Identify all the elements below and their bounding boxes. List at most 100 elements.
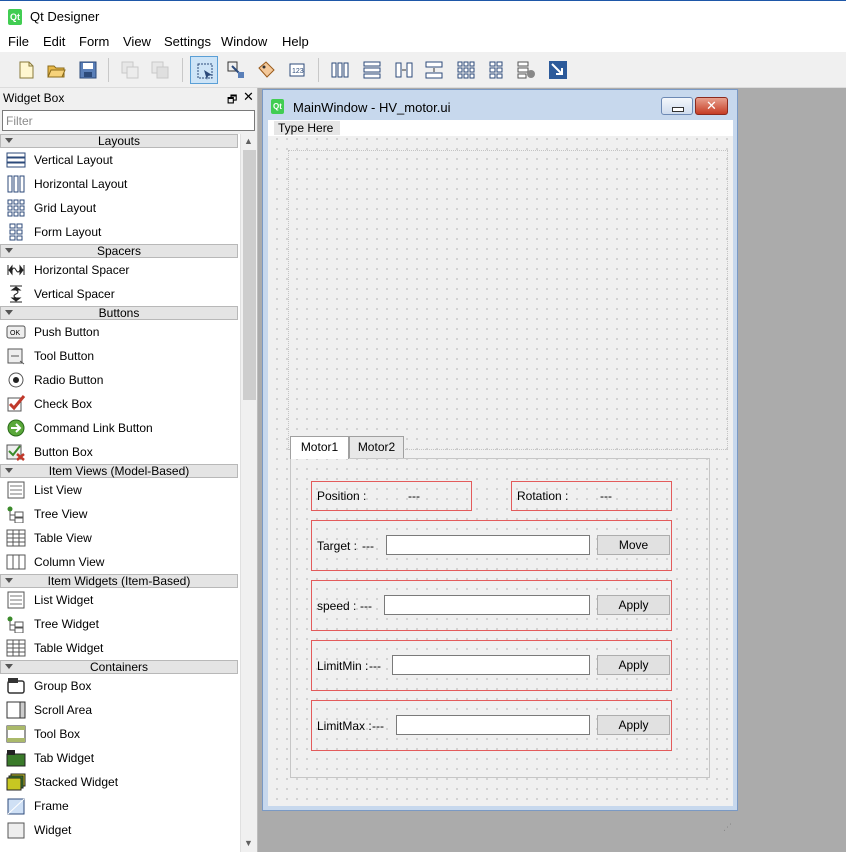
widget-item-list-view[interactable]: List View [0,478,238,502]
edit-signals-slots-icon[interactable] [222,56,250,84]
menu-file[interactable]: File [8,34,29,49]
widget-item-tree-widget[interactable]: Tree Widget [0,612,238,636]
menu-help[interactable]: Help [282,34,309,49]
widget-item-frame[interactable]: Frame [0,794,238,818]
minimize-button[interactable] [661,97,693,115]
cut-icon[interactable] [116,56,144,84]
category-item[interactable]: Item Widgets (Item-Based) [0,574,238,588]
qt-logo-icon: Qt [271,99,284,114]
widget-item-tab-widget[interactable]: Tab Widget [0,746,238,770]
vertical-splitter-icon[interactable] [420,56,448,84]
limitmin-apply-button[interactable]: Apply [597,655,670,675]
scroll-down-icon[interactable]: ▼ [244,838,253,848]
svg-text:OK: OK [10,330,20,337]
check-box-icon [6,395,26,413]
open-form-icon[interactable] [42,56,70,84]
widget-item-vertical-layout[interactable]: Vertical Layout [0,148,238,172]
menu-form[interactable]: Form [79,34,109,49]
tree-view-icon [6,505,26,524]
tab-motor2[interactable]: Motor2 [349,436,404,458]
float-panel-icon[interactable]: 🗗 [227,91,237,110]
horizontal-splitter-icon[interactable] [390,56,418,84]
menu-edit[interactable]: Edit [43,34,65,49]
category-item[interactable]: Item Views (Model-Based) [0,464,238,478]
widget-item-grid-layout[interactable]: Grid Layout [0,196,238,220]
menu-view[interactable]: View [123,34,151,49]
form-layout-icon[interactable] [482,56,510,84]
category-spacers[interactable]: Spacers [0,244,238,258]
limitmax-apply-button[interactable]: Apply [597,715,670,735]
widget-item-form-layout[interactable]: Form Layout [0,220,238,244]
speed-input[interactable] [384,595,590,615]
widget-item-label: Tree View [34,507,88,521]
widget-item-widget[interactable]: Widget [0,818,238,842]
widget-item-label: Column View [34,555,105,569]
widget-item-vertical-spacer[interactable]: Vertical Spacer [0,282,238,306]
edit-widgets-icon[interactable] [190,56,218,84]
table-widget-icon [6,639,26,657]
limitmax-input[interactable] [396,715,590,735]
limitmin-input[interactable] [392,655,590,675]
position-layout: Position : --- [311,481,472,511]
widget-item-list-widget[interactable]: List Widget [0,588,238,612]
lay-out-horizontally-icon[interactable] [326,56,354,84]
type-here-menu[interactable]: Type Here [274,121,340,135]
widget-item-group-box[interactable]: Group Box [0,674,238,698]
category-containers[interactable]: Containers [0,660,238,674]
tab-pane: Position : --- Rotation : --- Target : -… [290,458,710,778]
widget-item-horizontal-spacer[interactable]: Horizontal Spacer [0,258,238,282]
widget-item-scroll-area[interactable]: Scroll Area [0,698,238,722]
widget-item-check-box[interactable]: Check Box [0,392,238,416]
adjust-size-icon[interactable] [544,56,572,84]
widget-item-label: Vertical Layout [34,153,113,167]
save-form-icon[interactable] [74,56,102,84]
category-layouts[interactable]: Layouts [0,134,238,148]
target-label: Target : [317,539,358,553]
widget-item-column-view[interactable]: Column View [0,550,238,574]
widget-item-push-button[interactable]: OK Push Button [0,320,238,344]
widget-filter-input[interactable] [2,110,255,131]
category-buttons[interactable]: Buttons [0,306,238,320]
app-title: Qt Designer [30,9,100,24]
speed-apply-button[interactable]: Apply [597,595,670,615]
grid-layout-icon[interactable] [452,56,480,84]
break-layout-icon[interactable] [512,56,540,84]
widget-item-command-link-button[interactable]: Command Link Button [0,416,238,440]
svg-text:123: 123 [292,68,304,75]
close-window-button[interactable]: ✕ [695,97,728,115]
edit-buddies-icon[interactable] [252,56,280,84]
target-input[interactable] [386,535,590,555]
scrollbar-thumb[interactable] [243,150,256,400]
resize-grip-icon[interactable]: ⋰ [723,822,733,832]
close-panel-icon[interactable]: ✕ [243,89,254,105]
widget-item-radio-button[interactable]: Radio Button [0,368,238,392]
speed-layout: speed : --- Apply [311,580,672,631]
stacked-widget-icon [6,773,26,791]
limitmin-layout: LimitMin : --- Apply [311,640,672,691]
widget-item-stacked-widget[interactable]: Stacked Widget [0,770,238,794]
widget-item-table-widget[interactable]: Table Widget [0,636,238,660]
new-form-icon[interactable] [12,56,40,84]
widget-item-table-view[interactable]: Table View [0,526,238,550]
widget-item-horizontal-layout[interactable]: Horizontal Layout [0,172,238,196]
menu-settings[interactable]: Settings [164,34,211,49]
widget-item-label: Vertical Spacer [34,287,115,301]
form-canvas[interactable]: Type Here Motor1 Motor2 Position : --- R… [268,120,733,832]
widget-item-tool-box[interactable]: Tool Box [0,722,238,746]
widget-item-label: Tab Widget [34,751,95,765]
menu-window[interactable]: Window [221,34,267,49]
motor-tab-widget[interactable]: Motor1 Motor2 Position : --- Rotation : … [290,436,710,778]
widget-item-tree-view[interactable]: Tree View [0,502,238,526]
widget-list-scrollbar[interactable]: ▲ ▼ [240,134,257,852]
copy-icon[interactable] [146,56,174,84]
tab-motor1[interactable]: Motor1 [290,436,349,459]
edit-tab-order-icon[interactable]: 123 [284,56,312,84]
form-window[interactable]: Qt MainWindow - HV_motor.ui ✕ Type Here … [262,89,738,832]
lay-out-vertically-icon[interactable] [358,56,386,84]
scroll-up-icon[interactable]: ▲ [244,136,253,146]
widget-item-label: Form Layout [34,225,102,239]
widget-item-tool-button[interactable]: Tool Button [0,344,238,368]
rotation-layout: Rotation : --- [511,481,672,511]
widget-item-button-box[interactable]: Button Box [0,440,238,464]
move-button[interactable]: Move [597,535,670,555]
